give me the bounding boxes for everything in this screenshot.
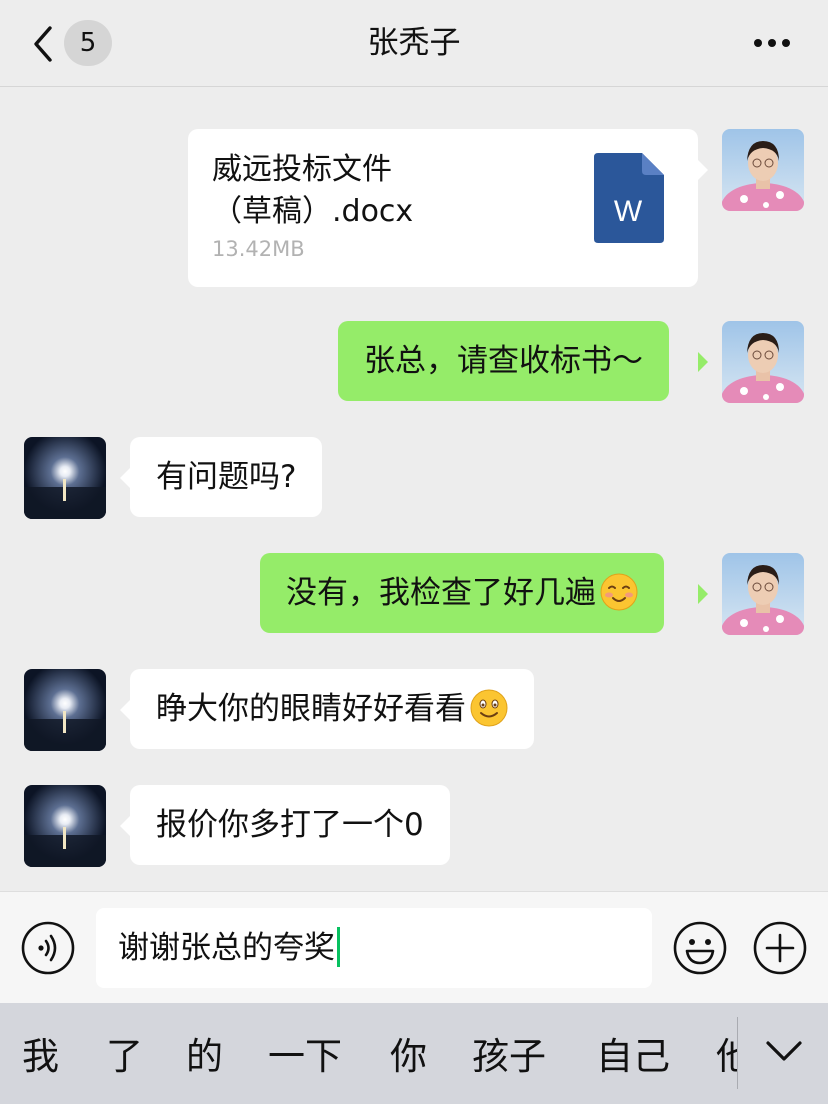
message-text: 报价你多打了一个0 — [156, 807, 424, 843]
emoji-button-icon[interactable] — [672, 920, 728, 976]
ime-candidate[interactable]: 我 — [22, 1033, 59, 1081]
file-name: 威远投标文件 （草稿）.docx — [212, 152, 414, 229]
smile-emoji-icon — [470, 689, 508, 726]
more-options-icon[interactable] — [748, 30, 796, 56]
file-size: 13.42MB — [212, 237, 305, 261]
bubble-tail — [698, 352, 708, 372]
contact-avatar[interactable] — [24, 437, 106, 519]
message-input[interactable]: 谢谢张总的夸奖 — [96, 908, 652, 988]
contact-avatar[interactable] — [24, 785, 106, 867]
contact-avatar[interactable] — [24, 669, 106, 751]
ime-candidate[interactable]: 孩子 — [472, 1033, 546, 1081]
message-text: 张总，请查收标书～ — [364, 343, 643, 379]
bubble-tail — [120, 700, 130, 720]
bubble-tail — [698, 584, 708, 604]
received-message-bubble[interactable]: 睁大你的眼睛好好看看 — [130, 669, 534, 749]
received-message-bubble[interactable]: 报价你多打了一个0 — [130, 785, 450, 865]
plus-button-icon[interactable] — [752, 920, 808, 976]
sent-message-bubble[interactable]: 张总，请查收标书～ — [338, 321, 669, 401]
message-text: 睁大你的眼睛好好看看 — [156, 691, 466, 727]
ime-candidate[interactable]: 一下 — [268, 1033, 342, 1081]
message-input-text: 谢谢张总的夸奖 — [118, 930, 335, 966]
my-avatar[interactable] — [722, 321, 804, 403]
text-caret — [337, 926, 340, 967]
file-message-bubble[interactable]: 威远投标文件 （草稿）.docx 13.42MB W — [188, 129, 698, 287]
ime-candidate-bar: 我 了 的 一下 你 孩子 自己 他 — [0, 1003, 828, 1104]
input-bar: 谢谢张总的夸奖 — [0, 891, 828, 1003]
word-file-icon: W — [594, 153, 664, 243]
word-icon-letter: W — [614, 195, 643, 228]
ime-candidate[interactable]: 的 — [186, 1033, 223, 1081]
sent-message-bubble[interactable]: 没有，我检查了好几遍 — [260, 553, 664, 633]
ime-candidate[interactable]: 自己 — [596, 1033, 670, 1081]
bubble-tail — [698, 160, 708, 180]
bubble-tail — [120, 468, 130, 488]
message-text: 没有，我检查了好几遍 — [286, 575, 596, 611]
ime-candidate[interactable]: 他 — [716, 1033, 737, 1081]
voice-input-icon[interactable] — [20, 920, 76, 976]
bubble-tail — [120, 816, 130, 836]
chat-header: 5 张秃子 — [0, 0, 828, 87]
blush-emoji-icon — [600, 573, 638, 610]
my-avatar[interactable] — [722, 129, 804, 211]
received-message-bubble[interactable]: 有问题吗? — [130, 437, 323, 517]
chevron-down-icon[interactable] — [762, 1035, 806, 1067]
message-text: 有问题吗? — [156, 459, 297, 495]
candidate-divider — [737, 1017, 738, 1089]
ime-candidate[interactable]: 了 — [106, 1033, 143, 1081]
ime-candidate[interactable]: 你 — [390, 1033, 427, 1081]
my-avatar[interactable] — [722, 553, 804, 635]
chat-title: 张秃子 — [367, 25, 461, 61]
